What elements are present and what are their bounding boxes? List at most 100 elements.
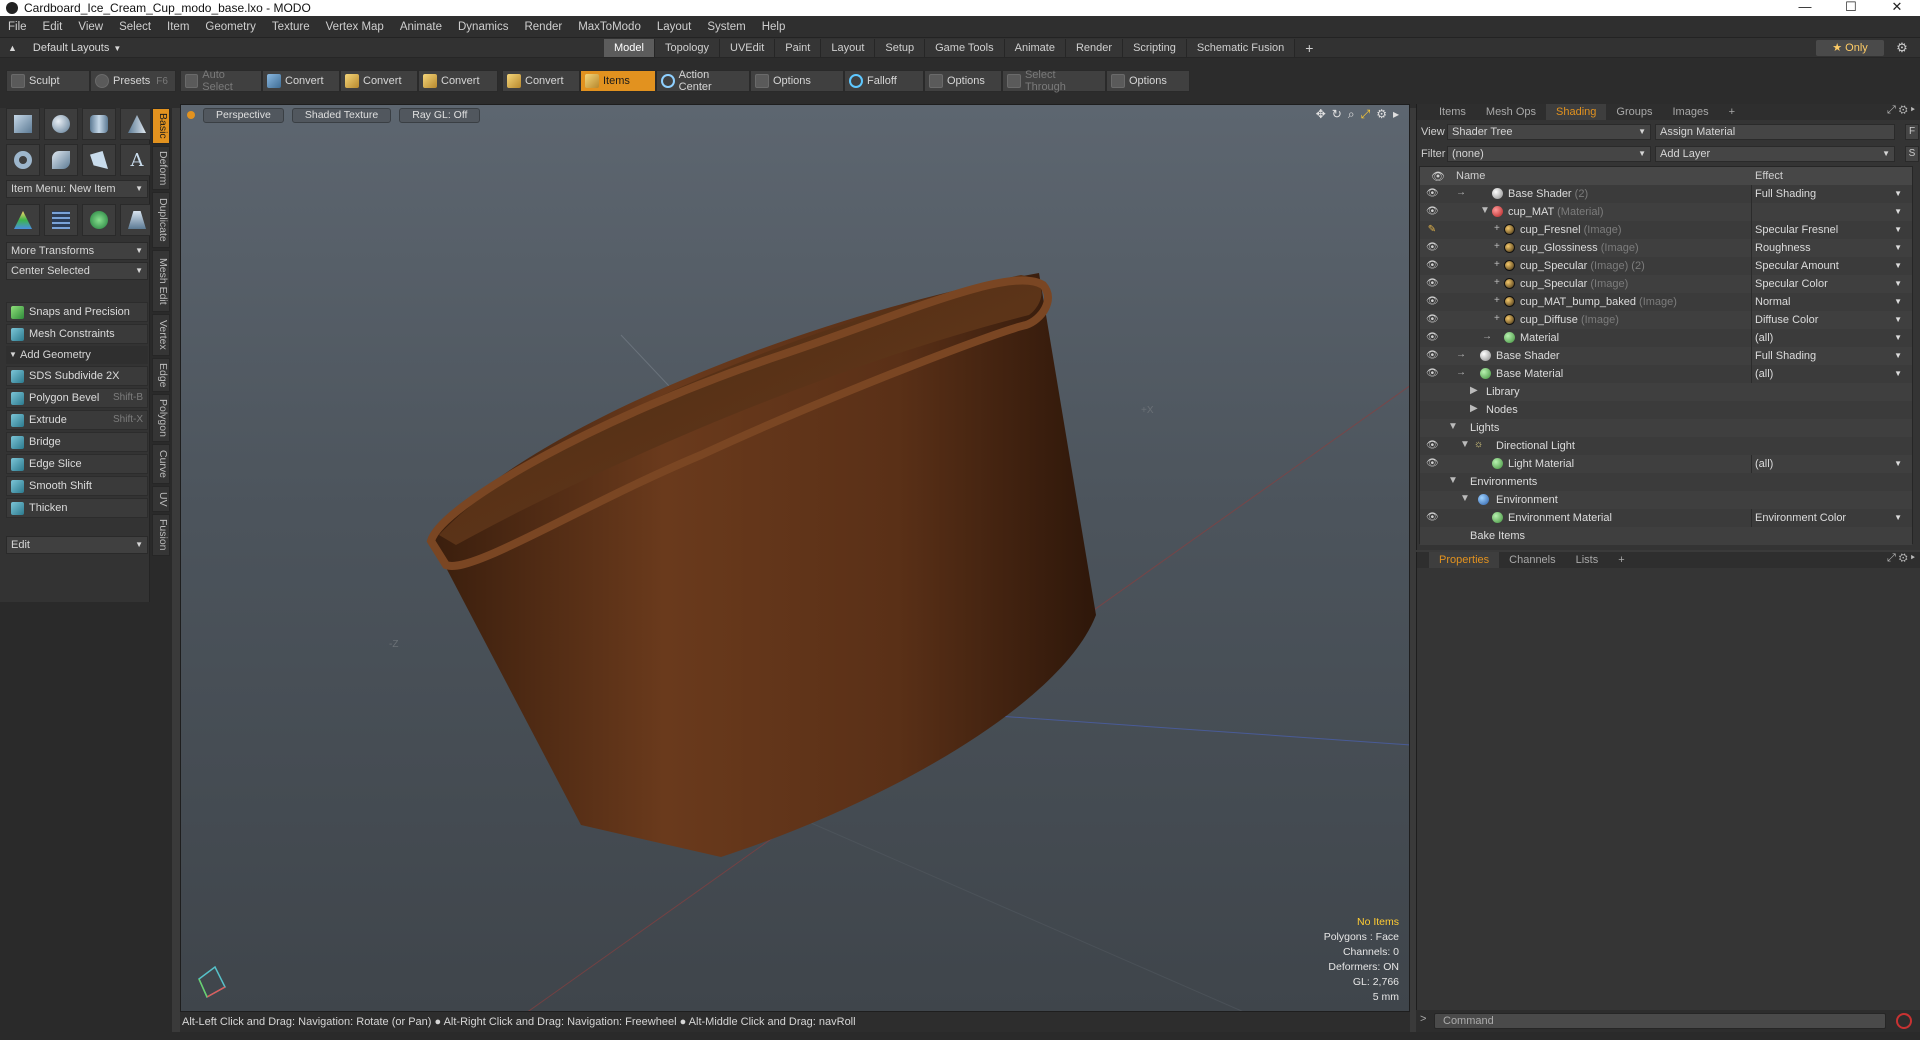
expand-arrow-icon[interactable]: ▼	[1480, 205, 1490, 216]
menu-item[interactable]: Item	[159, 21, 197, 33]
tree-row[interactable]: 👁 + cup_Specular (Image) (2) Specular Am…	[1420, 257, 1912, 275]
tree-row[interactable]: ▶ Nodes	[1420, 401, 1912, 419]
menu-help[interactable]: Help	[754, 21, 794, 33]
falloff-options-button[interactable]: Options	[924, 70, 1002, 92]
bridge-button[interactable]: Bridge	[6, 432, 148, 452]
visibility-eye-icon[interactable]: 👁	[1426, 332, 1439, 344]
expand-arrow-icon[interactable]: ▼	[1448, 475, 1458, 486]
center-selected-dropdown[interactable]: Center Selected ▼	[6, 262, 148, 280]
vtab-uv[interactable]: UV	[152, 486, 170, 512]
tab-setup[interactable]: Setup	[875, 39, 926, 57]
pan-icon[interactable]: ✥	[1316, 107, 1326, 122]
tree-row[interactable]: 👁 + cup_MAT_bump_baked (Image) Normal ▼	[1420, 293, 1912, 311]
menu-texture[interactable]: Texture	[264, 21, 318, 33]
tab-render[interactable]: Render	[1065, 39, 1124, 57]
view-dropdown[interactable]: Shader Tree ▼	[1447, 124, 1651, 140]
tree-row[interactable]: ▶ Library	[1420, 383, 1912, 401]
brush-icon[interactable]: ✎	[1426, 224, 1438, 236]
expand-arrow-icon[interactable]: ▼	[1460, 493, 1470, 504]
tab-animate[interactable]: Animate	[1004, 39, 1066, 57]
expand-plus-icon[interactable]: +	[1494, 277, 1500, 288]
tree-row[interactable]: 👁 → Base Material (all) ▼	[1420, 365, 1912, 383]
action-center-button[interactable]: Action Center	[656, 69, 750, 93]
auto-select-button[interactable]: Auto Select	[180, 69, 262, 93]
tab-layout[interactable]: Layout	[821, 39, 876, 57]
snaps-precision-button[interactable]: Snaps and Precision	[6, 302, 148, 322]
visibility-eye-icon[interactable]: 👁	[1426, 512, 1439, 524]
tree-row[interactable]: 👁 ▼ ☼ Directional Light	[1420, 437, 1912, 455]
tree-row[interactable]: 👁 + cup_Specular (Image) Specular Color ▼	[1420, 275, 1912, 293]
vtab-fusion[interactable]: Fusion	[152, 514, 170, 556]
panel-settings-icon[interactable]: ⤢ ⚙ ▸	[1887, 552, 1915, 565]
only-button[interactable]: ★ Only	[1816, 40, 1884, 56]
menu-vertex-map[interactable]: Vertex Map	[318, 21, 392, 33]
tree-row[interactable]: 👁 + cup_Diffuse (Image) Diffuse Color ▼	[1420, 311, 1912, 329]
maximize-view-icon[interactable]: ⤢	[1361, 107, 1371, 122]
tab-topology[interactable]: Topology	[654, 39, 721, 57]
shading-mode-button[interactable]: Shaded Texture	[291, 107, 392, 123]
tree-row[interactable]: 👁 → Base Shader (2) Full Shading ▼	[1420, 185, 1912, 203]
tab-uvedit[interactable]: UVEdit	[720, 39, 776, 57]
expand-plus-icon[interactable]: +	[1494, 295, 1500, 306]
visibility-eye-icon[interactable]: 👁	[1426, 368, 1439, 380]
tab-shading[interactable]: Shading	[1546, 104, 1607, 120]
sphere-tool[interactable]	[44, 108, 78, 140]
panel-settings-icon[interactable]: ⤢ ⚙ ▸	[1887, 104, 1915, 117]
pen-tool[interactable]	[82, 144, 116, 176]
expand-arrow-icon[interactable]: ▼	[1448, 421, 1458, 432]
expand-arrow-icon[interactable]: ▶	[1470, 385, 1478, 396]
tab-items[interactable]: Items	[1429, 104, 1476, 120]
menu-render[interactable]: Render	[516, 21, 570, 33]
tree-row[interactable]: ▼ Environment	[1420, 491, 1912, 509]
item-menu-dropdown[interactable]: Item Menu: New Item ▼	[6, 180, 148, 198]
zoom-icon[interactable]: ⌕	[1348, 107, 1355, 122]
f-button[interactable]: F	[1905, 124, 1919, 140]
record-icon[interactable]	[1896, 1013, 1912, 1029]
menu-view[interactable]: View	[70, 21, 111, 33]
3d-viewport[interactable]: Perspective Shaded Texture Ray GL: Off ✥…	[180, 104, 1410, 1012]
polygon-bevel-button[interactable]: Polygon Bevel Shift-B	[6, 388, 148, 408]
vtab-curve[interactable]: Curve	[152, 444, 170, 484]
tab-lists[interactable]: Lists	[1566, 552, 1609, 568]
add-geometry-header[interactable]: ▼ Add Geometry	[6, 346, 148, 364]
tree-row[interactable]: 👁 Environment Material Environment Color…	[1420, 509, 1912, 527]
tree-row[interactable]: 👁 Light Material (all) ▼	[1420, 455, 1912, 473]
settings-icon[interactable]: ⚙	[1376, 107, 1387, 122]
vtab-polygon[interactable]: Polygon	[152, 394, 170, 442]
expand-plus-icon[interactable]: +	[1494, 313, 1500, 324]
effect-dropdown[interactable]: Specular Color ▼	[1751, 275, 1904, 293]
expand-plus-icon[interactable]: +	[1494, 223, 1500, 234]
menu-edit[interactable]: Edit	[35, 21, 71, 33]
visibility-eye-icon[interactable]: 👁	[1426, 242, 1439, 254]
tab-channels[interactable]: Channels	[1499, 552, 1565, 568]
raygl-button[interactable]: Ray GL: Off	[399, 107, 481, 123]
name-column-header[interactable]: Name	[1456, 170, 1751, 182]
tab-game-tools[interactable]: Game Tools	[925, 39, 1005, 57]
menu-maxtomodo[interactable]: MaxToModo	[570, 21, 649, 33]
minimize-button[interactable]: —	[1782, 0, 1828, 16]
select-through-button[interactable]: Select Through	[1002, 69, 1106, 93]
add-tab-icon[interactable]: +	[1608, 552, 1634, 568]
expand-arrow-icon[interactable]: ▸	[1393, 107, 1399, 122]
effect-dropdown[interactable]: ▼	[1751, 203, 1904, 221]
tree-row[interactable]: 👁 → Base Shader Full Shading ▼	[1420, 347, 1912, 365]
tab-model[interactable]: Model	[604, 39, 655, 57]
vtab-duplicate[interactable]: Duplicate	[152, 192, 170, 248]
expand-arrow-icon[interactable]: ▶	[1470, 403, 1478, 414]
expand-arrow-icon[interactable]: ▼	[1460, 439, 1470, 450]
close-button[interactable]: ✕	[1874, 0, 1920, 16]
expand-plus-icon[interactable]: +	[1494, 241, 1500, 252]
sculpt-button[interactable]: Sculpt	[6, 70, 90, 92]
menu-animate[interactable]: Animate	[392, 21, 450, 33]
tab-images[interactable]: Images	[1663, 104, 1719, 120]
visibility-eye-icon[interactable]: 👁	[1426, 440, 1439, 452]
effect-dropdown[interactable]: (all) ▼	[1751, 329, 1904, 347]
visibility-eye-icon[interactable]: 👁	[1426, 350, 1439, 362]
visibility-eye-icon[interactable]: 👁	[1426, 458, 1439, 470]
presets-button[interactable]: Presets F6	[90, 70, 176, 92]
tree-row[interactable]: 👁 → Material (all) ▼	[1420, 329, 1912, 347]
effect-dropdown[interactable]: Environment Color ▼	[1751, 509, 1904, 527]
assign-material-button[interactable]: Assign Material	[1655, 124, 1895, 140]
visibility-eye-icon[interactable]: 👁	[1426, 188, 1439, 200]
grid-tool[interactable]	[44, 204, 78, 236]
